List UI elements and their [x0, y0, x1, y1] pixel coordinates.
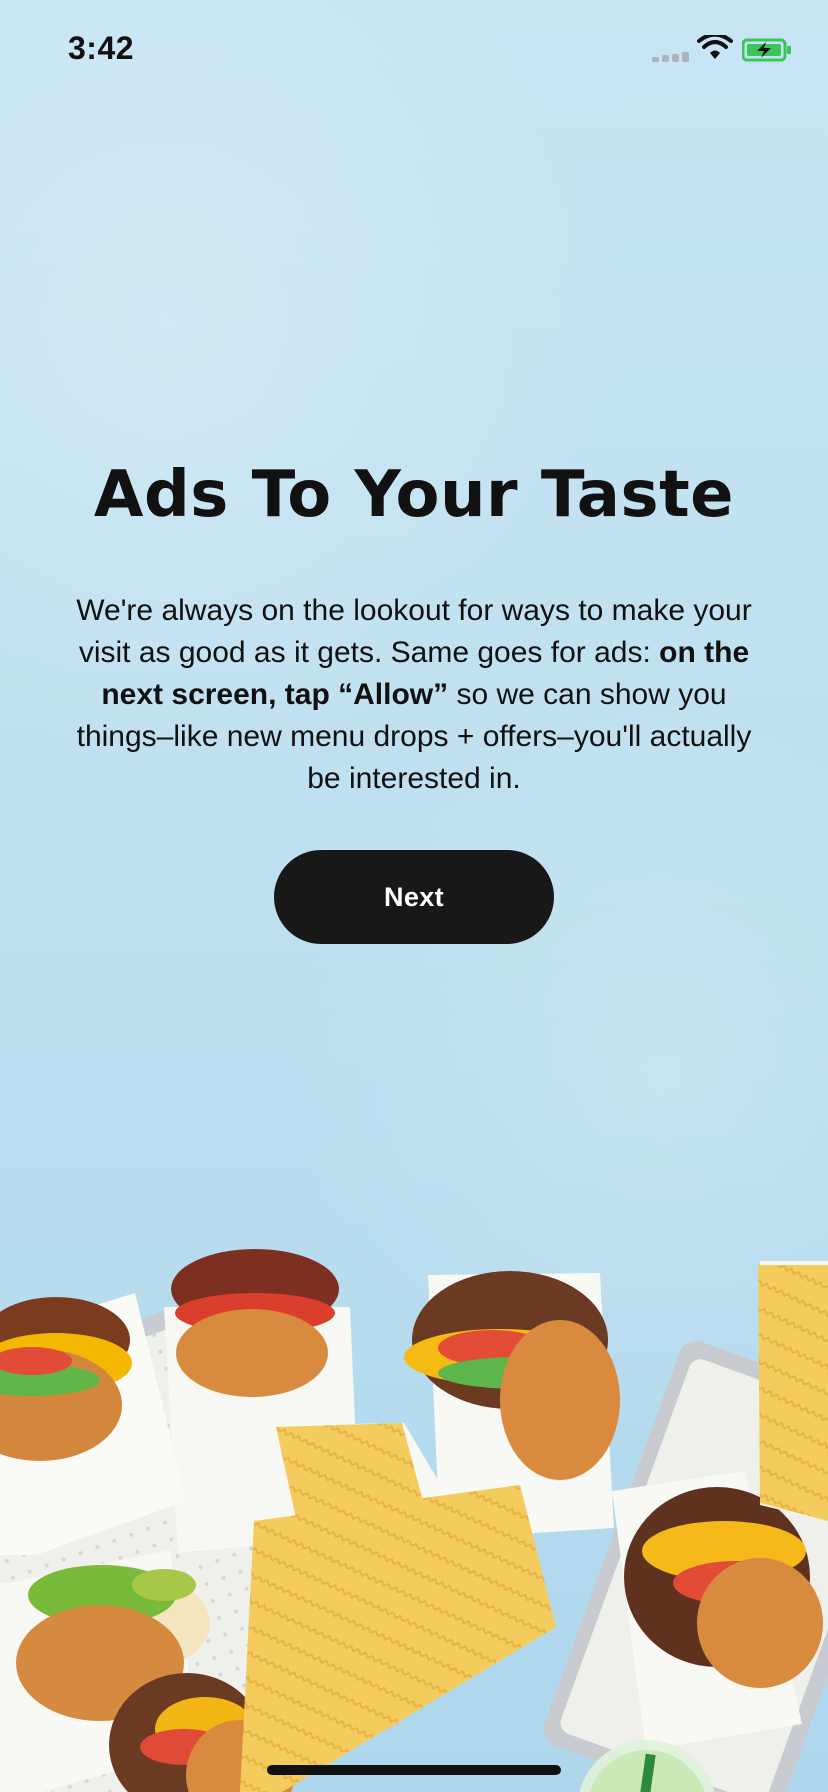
next-button[interactable]: Next — [274, 850, 554, 944]
food-illustration — [0, 1249, 828, 1792]
wifi-icon — [697, 35, 733, 59]
home-indicator — [267, 1765, 561, 1775]
description-intro: We're always on the lookout for ways to … — [76, 594, 752, 669]
status-bar: 3:42 — [0, 0, 828, 100]
status-time: 3:42 — [68, 30, 135, 66]
description-text: We're always on the lookout for ways to … — [58, 590, 770, 800]
cellular-signal-icon — [652, 52, 690, 62]
page-title: Ads To Your Taste — [93, 458, 735, 532]
battery-charging-icon — [742, 38, 791, 62]
